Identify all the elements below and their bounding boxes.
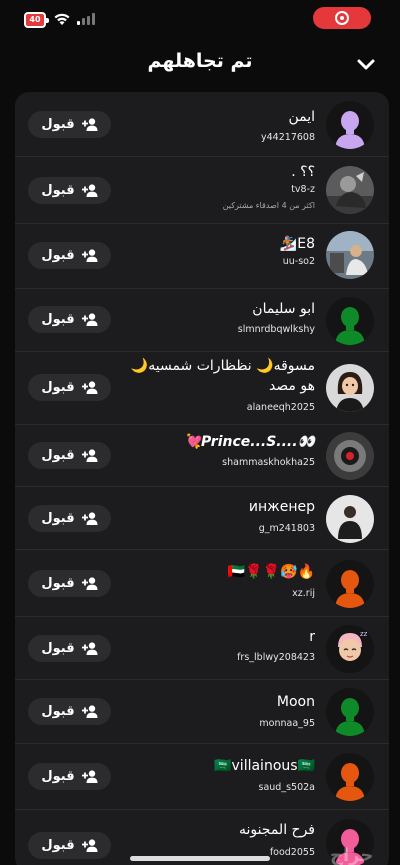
add-user-icon [81, 313, 98, 326]
accept-label: قبول [41, 769, 75, 784]
avatar[interactable] [326, 753, 374, 801]
avatar[interactable] [326, 688, 374, 736]
list-item: قبول ابو سليمان slmnrdbqwlkshy [15, 289, 389, 352]
screen-record-indicator[interactable] [313, 7, 371, 29]
avatar[interactable] [326, 432, 374, 480]
contact-name: ؟؟ . [291, 164, 315, 180]
avatar[interactable] [326, 364, 374, 412]
accept-button[interactable]: قبول [28, 242, 111, 269]
signal-icon [77, 13, 95, 25]
add-user-icon [81, 770, 98, 783]
ignored-list: قبول ايمن y44217608 قبول ؟؟ . tv8-z اكثر… [15, 92, 389, 865]
accept-button[interactable]: قبول [28, 374, 111, 401]
accept-button[interactable]: قبول [28, 763, 111, 790]
accept-label: قبول [41, 576, 75, 591]
contact-username: food2055 [269, 847, 315, 858]
accept-button[interactable]: قبول [28, 442, 111, 469]
accept-label: قبول [41, 380, 75, 395]
list-item: قبول 🇦🇪🌹🌹🥵🔥 xz.rij [15, 550, 389, 617]
accept-button[interactable]: قبول [28, 111, 111, 138]
contact-username: saud_s502a [258, 782, 315, 793]
contact-username: tv8-z [291, 184, 315, 195]
contact-name: Moon [276, 694, 315, 710]
add-user-icon [81, 381, 98, 394]
record-icon [335, 11, 349, 25]
accept-label: قبول [41, 248, 75, 263]
list-item: قبول E8🏂 uu-so2 [15, 224, 389, 289]
status-bar: 40 [0, 0, 400, 40]
list-item: قبول ايمن y44217608 [15, 92, 389, 157]
accept-label: قبول [41, 448, 75, 463]
contact-username: frs_lblwy208423 [237, 652, 315, 663]
contact-name-line2: هو مصد [268, 378, 315, 394]
chevron-down-icon[interactable] [354, 52, 378, 76]
add-user-icon [81, 642, 98, 655]
contact-username: shammaskhokha25 [222, 457, 315, 468]
wifi-icon [54, 13, 70, 25]
list-item: قبول r frs_lblwy208423 zz [15, 617, 389, 680]
svg-text:zz: zz [360, 630, 368, 638]
add-user-icon [81, 839, 98, 852]
accept-label: قبول [41, 641, 75, 656]
add-user-icon [81, 705, 98, 718]
contact-name: 💘Prince...S....👀 [183, 434, 315, 450]
accept-button[interactable]: قبول [28, 306, 111, 333]
add-user-icon [81, 118, 98, 131]
contact-name: E8🏂 [279, 236, 315, 252]
contact-name: 🇸🇦villainous🇸🇦 [214, 758, 315, 774]
accept-button[interactable]: قبول [28, 698, 111, 725]
avatar[interactable] [326, 560, 374, 608]
avatar[interactable] [326, 297, 374, 345]
avatar[interactable] [326, 101, 374, 149]
accept-label: قبول [41, 511, 75, 526]
accept-label: قبول [41, 838, 75, 853]
header: تم تجاهلهم [0, 40, 400, 90]
avatar[interactable] [326, 166, 374, 214]
accept-button[interactable]: قبول [28, 832, 111, 859]
accept-label: قبول [41, 183, 75, 198]
add-user-icon [81, 184, 98, 197]
page-title: تم تجاهلهم [147, 50, 253, 72]
contact-name: فرح المجنونه [238, 822, 315, 838]
avatar[interactable] [326, 495, 374, 543]
add-user-icon [81, 249, 98, 262]
accept-label: قبول [41, 117, 75, 132]
accept-label: قبول [41, 704, 75, 719]
contact-username: xz.rij [292, 588, 315, 599]
add-user-icon [81, 449, 98, 462]
list-item: قبول 🇸🇦villainous🇸🇦 saud_s502a [15, 744, 389, 810]
contact-name: r [309, 629, 315, 645]
list-item: قبول Moon monnaa_95 [15, 680, 389, 744]
list-item: قبول ؟؟ . tv8-z اكثر من 4 اصدقاء مشتركين [15, 157, 389, 224]
accept-button[interactable]: قبول [28, 570, 111, 597]
contact-name: 🇦🇪🌹🌹🥵🔥 [227, 564, 315, 580]
contact-name: مسوقه🌙 نظظارات شمسيه🌙 [130, 358, 315, 374]
accept-button[interactable]: قبول [28, 505, 111, 532]
accept-label: قبول [41, 312, 75, 327]
contact-name: ابو سليمان [252, 301, 315, 317]
list-item: قبول مسوقه🌙 نظظارات شمسيه🌙 هو مصد alanee… [15, 352, 389, 425]
contact-username: monnaa_95 [259, 718, 315, 729]
contact-username: slmnrdbqwlkshy [237, 324, 315, 335]
add-user-icon [81, 512, 98, 525]
avatar[interactable]: zz [326, 625, 374, 673]
avatar[interactable] [326, 231, 374, 279]
contact-username: uu-so2 [282, 256, 315, 267]
contact-name: ايمن [288, 109, 315, 125]
accept-button[interactable]: قبول [28, 177, 111, 204]
watermark: حراج [330, 845, 374, 865]
list-item: قبول 💘Prince...S....👀 shammaskhokha25 [15, 425, 389, 487]
mutual-friends: اكثر من 4 اصدقاء مشتركين [222, 201, 315, 210]
list-item: قبول инженер g_m241803 [15, 487, 389, 550]
contact-username: g_m241803 [258, 523, 315, 534]
home-indicator[interactable] [130, 856, 270, 861]
contact-username: y44217608 [261, 132, 315, 143]
add-user-icon [81, 577, 98, 590]
contact-name: инженер [248, 499, 315, 515]
accept-button[interactable]: قبول [28, 635, 111, 662]
battery-icon: 40 [24, 12, 49, 28]
contact-username: alaneeqh2025 [246, 402, 315, 413]
